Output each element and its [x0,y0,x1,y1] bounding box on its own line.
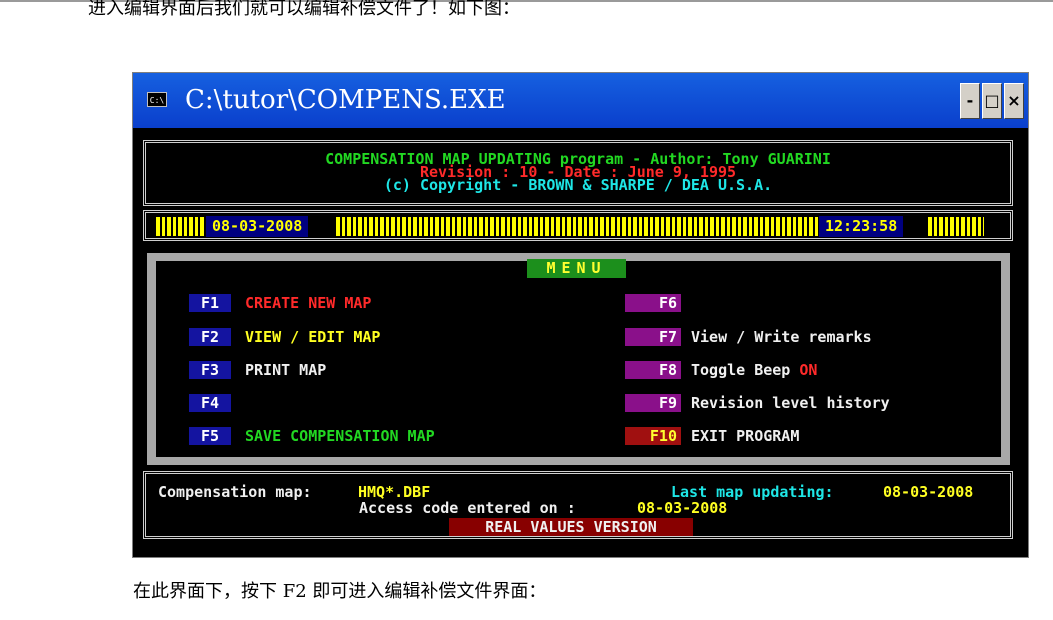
f6-key[interactable]: F6 [625,294,681,312]
window-title: C:\tutor\COMPENS.EXE [185,85,506,115]
header-copyright: (c) Copyright - BROWN & SHARPE / DEA U.S… [383,176,773,194]
comp-map-label: Compensation map: [158,483,312,501]
last-update-value: 08-03-2008 [883,483,974,501]
f2-key[interactable]: F2 [189,328,231,346]
f7-key[interactable]: F7 [625,328,681,346]
f10-key[interactable]: F10 [625,427,681,445]
f4-key[interactable]: F4 [189,394,231,412]
beep-state: ON [799,361,818,379]
comp-map-value: HMQ*.DBF [358,483,431,501]
program-header: COMPENSATION MAP UPDATING program - Auth… [143,140,1013,206]
menu-item-exit-program[interactable]: EXIT PROGRAM [691,427,799,445]
menu-item-view-edit-map[interactable]: VIEW / EDIT MAP [245,328,380,346]
maximize-button[interactable]: □ [982,83,1002,119]
intro-paragraph: 进入编辑界面后我们就可以编辑补偿文件了！如下图： [88,0,520,19]
f5-key[interactable]: F5 [189,427,231,445]
main-menu: MENU F1 CREATE NEW MAP F2 VIEW / EDIT MA… [147,253,1010,465]
minimize-button[interactable]: - [960,83,980,119]
f8-key[interactable]: F8 [625,361,681,379]
f3-key[interactable]: F3 [189,361,231,379]
menu-item-create-new-map[interactable]: CREATE NEW MAP [245,294,371,312]
menu-item-revision-history[interactable]: Revision level history [691,394,890,412]
menu-item-view-write-remarks[interactable]: View / Write remarks [691,328,872,346]
stripe-decoration [156,217,206,236]
status-time: 12:23:58 [819,216,904,237]
menu-item-save-compensation-map[interactable]: SAVE COMPENSATION MAP [245,427,435,445]
toggle-beep-label: Toggle Beep [691,361,791,379]
close-button[interactable]: × [1004,83,1024,119]
console-window: C:\ C:\tutor\COMPENS.EXE - □ × COMPENSAT… [132,72,1029,558]
title-bar[interactable]: C:\ C:\tutor\COMPENS.EXE - □ × [133,73,1028,128]
menu-title: MENU [527,259,626,278]
stripe-decoration [928,217,984,236]
access-code-label: Access code entered on : [359,499,576,517]
stripe-decoration [336,217,818,236]
f1-key[interactable]: F1 [189,294,231,312]
bottom-paragraph: 在此界面下，按下 F2 即可进入编辑补偿文件界面： [133,581,547,602]
last-update-label: Last map updating: [671,483,834,501]
menu-item-toggle-beep[interactable]: Toggle Beep ON [691,361,817,379]
menu-item-print-map[interactable]: PRINT MAP [245,361,326,379]
f9-key[interactable]: F9 [625,394,681,412]
version-badge: REAL VALUES VERSION [449,518,693,536]
status-date: 08-03-2008 [206,216,309,237]
date-time-bar: 08-03-2008 12:23:58 [143,210,1013,241]
access-code-value: 08-03-2008 [637,499,728,517]
menu-panel: MENU F1 CREATE NEW MAP F2 VIEW / EDIT MA… [156,259,1001,457]
console-app-icon: C:\ [147,92,167,107]
